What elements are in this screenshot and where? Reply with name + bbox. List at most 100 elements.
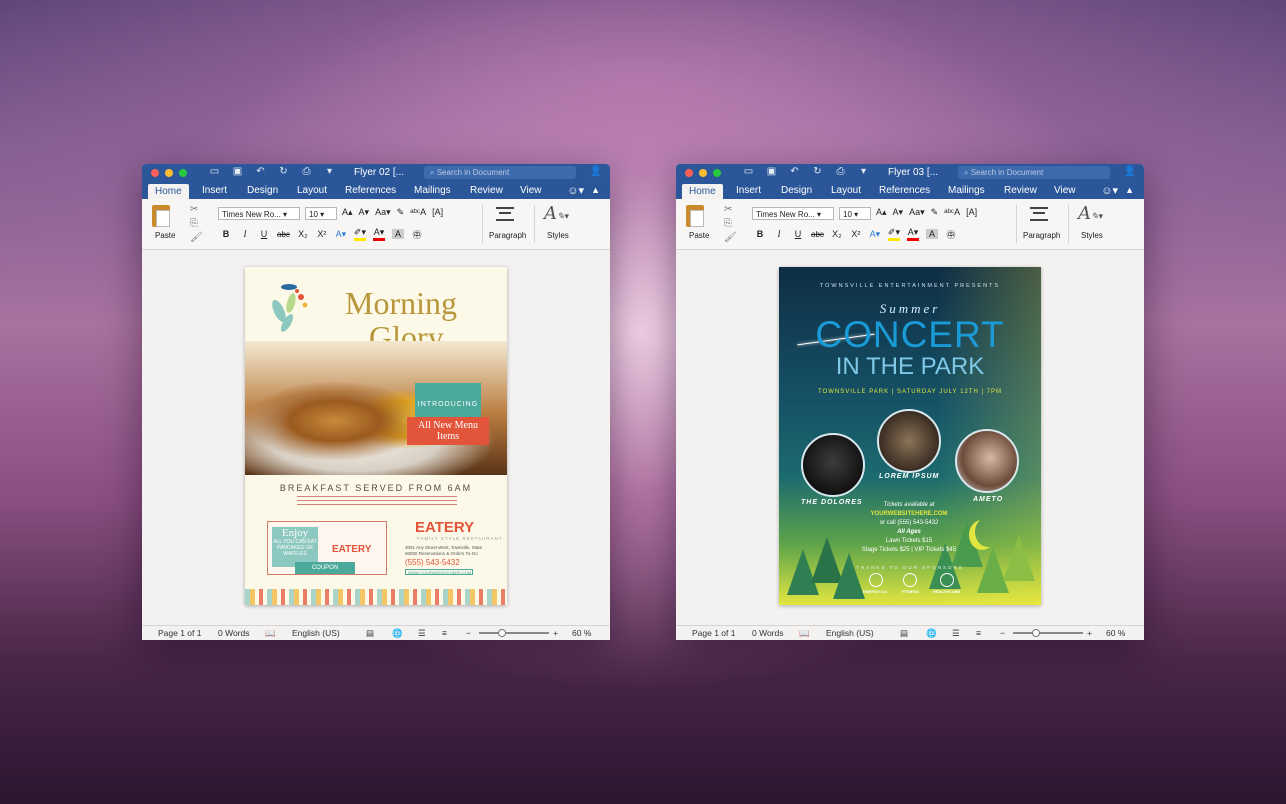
search-input[interactable]: ⌕ Search in Document — [424, 166, 576, 179]
document-page[interactable]: TOWNSVILLE ENTERTAINMENT PRESENTS Summer… — [779, 267, 1041, 605]
format-painter-icon[interactable]: 🖌 — [190, 231, 203, 245]
outline-view-icon[interactable]: ☰ — [952, 628, 960, 639]
copy-icon[interactable]: ⎘ — [724, 217, 737, 231]
text-effects-icon[interactable]: A▾ — [335, 229, 347, 240]
paragraph-icon[interactable] — [496, 207, 514, 221]
page-count[interactable]: Page 1 of 1 — [158, 628, 201, 638]
tab-design[interactable]: Design — [781, 185, 812, 196]
tab-mailings[interactable]: Mailings — [948, 185, 985, 196]
undo-icon[interactable]: ↶ — [788, 166, 801, 177]
print-icon[interactable]: ⎙ — [834, 166, 847, 177]
tab-references[interactable]: References — [345, 185, 396, 196]
zoom-button[interactable] — [179, 169, 187, 177]
grow-font-icon[interactable]: A▴ — [876, 207, 887, 218]
font-size-select[interactable]: 10 ▾ — [305, 207, 337, 220]
tab-home[interactable]: Home — [682, 184, 723, 199]
word-count[interactable]: 0 Words — [752, 628, 784, 638]
zoom-slider-track[interactable] — [479, 632, 549, 634]
tab-mailings[interactable]: Mailings — [414, 185, 451, 196]
strikethrough-button[interactable]: abc — [811, 230, 824, 239]
zoom-out-icon[interactable]: − — [1000, 628, 1005, 638]
bold-button[interactable]: B — [220, 229, 232, 239]
italic-button[interactable]: I — [773, 229, 785, 239]
search-input[interactable]: ⌕ Search in Document — [958, 166, 1110, 179]
underline-button[interactable]: U — [792, 229, 804, 239]
web-layout-view-icon[interactable]: 🌐 — [926, 628, 937, 639]
redo-icon[interactable]: ↻ — [277, 166, 290, 177]
styles-icon[interactable]: A✎▾ — [1078, 203, 1103, 224]
print-layout-view-icon[interactable]: ▤ — [900, 628, 908, 639]
enclose-characters-icon[interactable]: ㊥ — [945, 228, 957, 241]
proofing-icon[interactable]: 📖 — [265, 628, 276, 639]
zoom-level[interactable]: 60 % — [572, 628, 591, 638]
customize-toolbar-icon[interactable]: ▾ — [857, 166, 870, 177]
redo-icon[interactable]: ↻ — [811, 166, 824, 177]
zoom-slider-thumb[interactable] — [498, 629, 506, 637]
save-icon[interactable]: ▣ — [231, 166, 244, 177]
bold-button[interactable]: B — [754, 229, 766, 239]
enclose-characters-icon[interactable]: ㊥ — [411, 228, 423, 241]
phonetic-guide-icon[interactable]: ᵃᵇᶜA — [944, 207, 960, 218]
tab-view[interactable]: View — [520, 185, 542, 196]
minimize-button[interactable] — [699, 169, 707, 177]
zoom-in-icon[interactable]: + — [553, 628, 558, 638]
strikethrough-button[interactable]: abc — [277, 230, 290, 239]
copy-icon[interactable]: ⎘ — [190, 217, 203, 231]
save-icon[interactable]: ▣ — [765, 166, 778, 177]
close-button[interactable] — [151, 169, 159, 177]
change-case-icon[interactable]: Aa▾ — [909, 207, 925, 218]
minimize-button[interactable] — [165, 169, 173, 177]
font-size-select[interactable]: 10 ▾ — [839, 207, 871, 220]
font-color-icon[interactable]: A▾ — [372, 227, 385, 241]
smiley-feedback-icon[interactable]: ☺▾ — [567, 184, 584, 197]
zoom-out-icon[interactable]: − — [466, 628, 471, 638]
zoom-level[interactable]: 60 % — [1106, 628, 1125, 638]
customize-toolbar-icon[interactable]: ▾ — [323, 166, 336, 177]
cut-icon[interactable]: ✂ — [190, 203, 203, 217]
tab-insert[interactable]: Insert — [202, 185, 227, 196]
draft-view-icon[interactable]: ≡ — [442, 628, 447, 638]
grow-font-icon[interactable]: A▴ — [342, 207, 353, 218]
draft-view-icon[interactable]: ≡ — [976, 628, 981, 638]
word-count[interactable]: 0 Words — [218, 628, 250, 638]
language-indicator[interactable]: English (US) — [292, 628, 340, 638]
page-count[interactable]: Page 1 of 1 — [692, 628, 735, 638]
font-color-icon[interactable]: A▾ — [906, 227, 919, 241]
text-effects-icon[interactable]: A▾ — [869, 229, 881, 240]
shrink-font-icon[interactable]: A▾ — [359, 207, 370, 218]
change-case-icon[interactable]: Aa▾ — [375, 207, 391, 218]
character-border-icon[interactable]: [A] — [432, 207, 443, 218]
tab-design[interactable]: Design — [247, 185, 278, 196]
zoom-button[interactable] — [713, 169, 721, 177]
styles-icon[interactable]: A✎▾ — [544, 203, 569, 224]
tab-view[interactable]: View — [1054, 185, 1076, 196]
superscript-button[interactable]: X² — [850, 229, 862, 239]
italic-button[interactable]: I — [239, 229, 251, 239]
subscript-button[interactable]: X₂ — [297, 229, 309, 239]
paragraph-icon[interactable] — [1030, 207, 1048, 221]
phonetic-guide-icon[interactable]: ᵃᵇᶜA — [410, 207, 426, 218]
share-icon[interactable]: 👤 — [1124, 166, 1136, 177]
outline-view-icon[interactable]: ☰ — [418, 628, 426, 639]
zoom-in-icon[interactable]: + — [1087, 628, 1092, 638]
character-shading-icon[interactable]: A — [391, 229, 404, 239]
language-indicator[interactable]: English (US) — [826, 628, 874, 638]
character-border-icon[interactable]: [A] — [966, 207, 977, 218]
underline-button[interactable]: U — [258, 229, 270, 239]
clear-formatting-icon[interactable]: ✎ — [397, 207, 405, 218]
collapse-ribbon-icon[interactable]: ▲ — [591, 185, 600, 195]
share-icon[interactable]: 👤 — [590, 166, 602, 177]
superscript-button[interactable]: X² — [316, 229, 328, 239]
tab-references[interactable]: References — [879, 185, 930, 196]
sidebar-icon[interactable]: ▭ — [742, 166, 755, 177]
tab-layout[interactable]: Layout — [831, 185, 861, 196]
document-page[interactable]: Morning Glory INTRODUCING All New Menu I… — [245, 267, 507, 605]
font-name-select[interactable]: Times New Ro... ▾ — [218, 207, 300, 220]
tab-review[interactable]: Review — [1004, 185, 1037, 196]
tab-layout[interactable]: Layout — [297, 185, 327, 196]
format-painter-icon[interactable]: 🖌 — [724, 231, 737, 245]
collapse-ribbon-icon[interactable]: ▲ — [1125, 185, 1134, 195]
paste-icon[interactable] — [152, 205, 170, 227]
print-layout-view-icon[interactable]: ▤ — [366, 628, 374, 639]
shrink-font-icon[interactable]: A▾ — [893, 207, 904, 218]
